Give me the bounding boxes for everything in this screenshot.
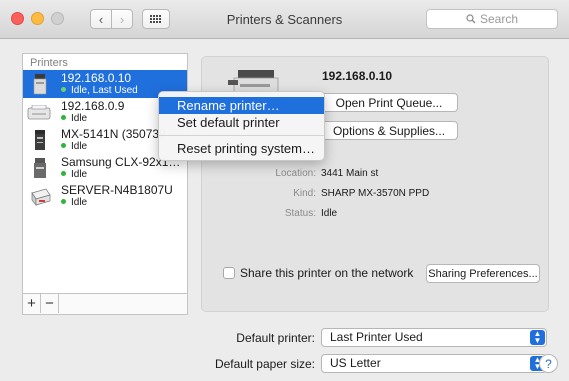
search-icon — [466, 14, 476, 24]
default-printer-popup[interactable]: Last Printer Used ▲ ▼ — [321, 328, 547, 347]
printer-generic-icon — [31, 188, 51, 206]
status-dot-icon — [61, 143, 66, 148]
location-value: 3441 Main st — [321, 168, 379, 179]
remove-printer-button[interactable]: − — [41, 294, 59, 313]
printer-detail-name: 192.168.0.10 — [322, 69, 393, 83]
options-supplies-button[interactable]: Options & Supplies... — [320, 121, 458, 140]
title-bar: ‹ › Printers & Scanners Search — [0, 0, 569, 39]
printer-status: Idle — [61, 169, 87, 180]
paper-size-label: Default paper size: — [214, 357, 315, 371]
status-dot-icon — [61, 171, 66, 176]
printers-header: Printers — [30, 57, 68, 69]
printer-desktop-icon — [27, 105, 51, 120]
printer-status: Idle — [61, 141, 87, 152]
menu-item-rename-printer[interactable]: Rename printer… — [159, 97, 324, 114]
printer-status: Idle — [61, 113, 87, 124]
printer-status: Idle — [61, 197, 87, 208]
default-printer-value: Last Printer Used — [330, 330, 423, 344]
paper-size-value: US Letter — [330, 356, 381, 370]
printer-context-menu: Rename printer… Set default printer Rese… — [158, 91, 325, 161]
kind-label: Kind: — [293, 188, 316, 199]
kind-value: SHARP MX-3570N PPD — [321, 188, 430, 199]
printer-name: 192.168.0.10 — [61, 71, 132, 85]
menu-separator — [159, 135, 324, 136]
search-field[interactable]: Search — [426, 9, 558, 29]
printer-name: SERVER-N4B1807U — [61, 183, 173, 197]
status-dot-icon — [61, 199, 66, 204]
paper-size-popup[interactable]: US Letter ▲ ▼ — [321, 354, 547, 373]
sharing-preferences-button[interactable]: Sharing Preferences... — [426, 264, 540, 283]
share-printer-checkbox[interactable] — [223, 267, 235, 279]
default-printer-label: Default printer: — [236, 331, 315, 345]
printer-item-server-n4b1807u[interactable]: SERVER-N4B1807U Idle — [23, 182, 187, 210]
status-dot-icon — [61, 87, 66, 92]
plus-icon: + — [27, 295, 36, 312]
printer-tower-icon — [33, 74, 47, 95]
status-dot-icon — [61, 115, 66, 120]
printer-tower-icon — [34, 158, 46, 178]
location-label: Location: — [275, 168, 316, 179]
status-label: Status: — [284, 208, 316, 219]
share-printer-label[interactable]: Share this printer on the network — [240, 266, 413, 280]
open-print-queue-button[interactable]: Open Print Queue... — [320, 93, 458, 112]
printer-tower-icon — [35, 130, 45, 150]
menu-item-set-default-printer[interactable]: Set default printer — [159, 114, 324, 131]
menu-item-reset-printing-system[interactable]: Reset printing system… — [159, 140, 324, 157]
add-printer-button[interactable]: + — [23, 294, 41, 313]
search-placeholder: Search — [479, 12, 519, 26]
help-button[interactable]: ? — [539, 354, 558, 373]
minus-icon: − — [45, 295, 54, 312]
list-edit-bar: + − — [23, 293, 187, 314]
popup-arrows-icon: ▲ ▼ — [530, 330, 545, 345]
status-value: Idle — [321, 208, 338, 219]
printer-status: Idle, Last Used — [61, 85, 138, 96]
